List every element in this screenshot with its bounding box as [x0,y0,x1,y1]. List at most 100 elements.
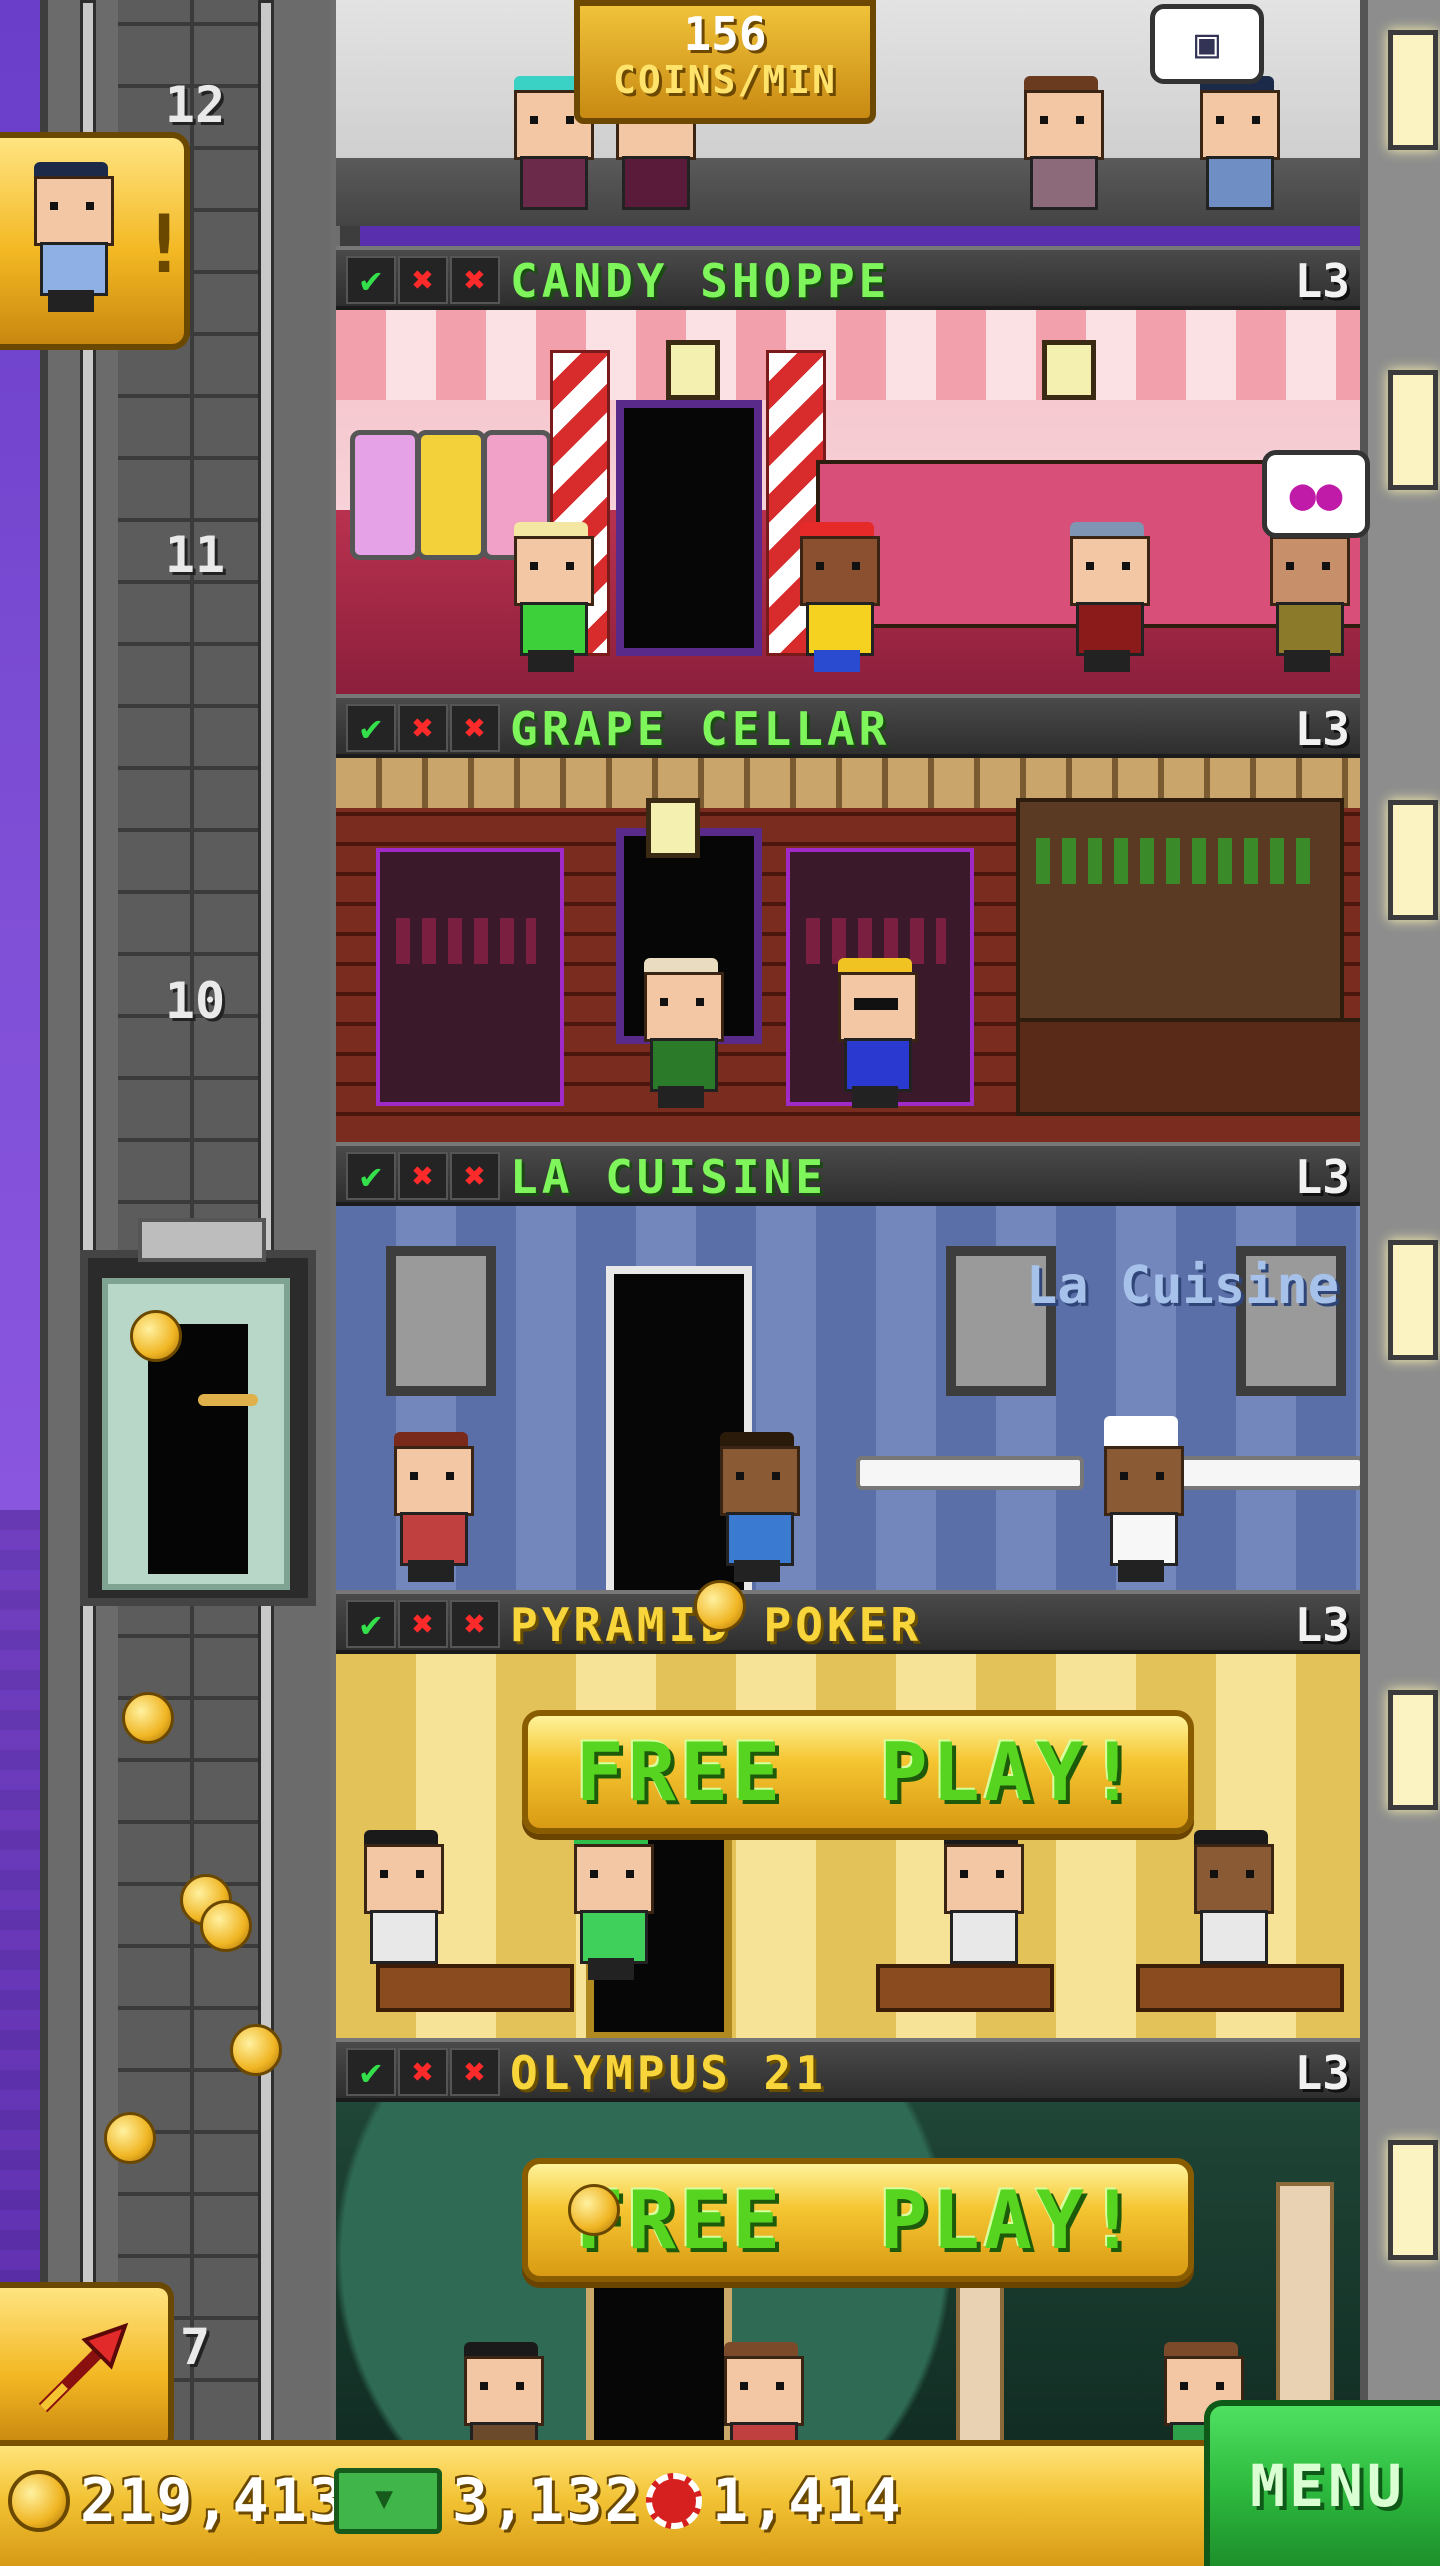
dining-table [856,1456,1084,1490]
customer-green-cap [566,1830,656,1980]
wall-lamp [1388,800,1438,920]
tower-right-wall [1360,0,1440,2440]
rocket-build-button[interactable] [0,2282,174,2452]
tower-bux-icon [334,2468,442,2534]
wall-painting [386,1246,496,1396]
coin-icon[interactable] [104,2112,156,2164]
coins-value: 219,413 [80,2466,347,2536]
vip-alert-button[interactable]: ! [0,132,190,350]
customer-bearded [712,1432,802,1582]
coin-icon[interactable] [130,1310,182,1362]
wall-lamp [1388,370,1438,490]
customer-sunglasses [830,958,920,1108]
floor-header: ✔ ✖ ✖ GRAPE CELLAR L3 [336,694,1360,758]
stock-status: ✔ ✖ ✖ [346,2048,500,2096]
floor-header: ✔ ✖ ✖ OLYMPUS 21 L3 [336,2038,1360,2102]
free-play-button[interactable]: FREE PLAY! [522,2158,1194,2282]
stock-status: ✔ ✖ ✖ [346,1600,500,1648]
floor-room [336,758,1360,1142]
alert-icon: ! [140,198,189,291]
chef [1096,1416,1186,1582]
chips-display[interactable]: 1,414 [646,2466,903,2536]
coin-icon[interactable] [122,1692,174,1744]
cross-icon: ✖ [450,1600,500,1648]
candy-jar [416,430,486,560]
dealer [1186,1830,1276,1980]
wall-lamp [1388,1240,1438,1360]
elevator-handle [198,1394,258,1406]
room-doorway [616,400,762,656]
cross-icon: ✖ [398,704,448,752]
cross-icon: ✖ [398,2048,448,2096]
card-player [936,1830,1026,1980]
checkmark-icon: ✔ [346,256,396,304]
wine-alcove [376,848,564,1106]
floor-number-10: 10 [164,972,226,1030]
floor-name: CANDY SHOPPE [510,254,891,308]
checkmark-icon: ✔ [346,1600,396,1648]
free-play-label-right: PLAY! [879,2173,1141,2267]
wine-bottles [1036,838,1316,884]
coin-icon [8,2470,70,2532]
floor-name: LA CUISINE [510,1150,827,1204]
floor-room: La Cuisine [336,1206,1360,1590]
bux-display[interactable]: 3,132 [334,2466,643,2536]
coin-icon[interactable] [694,1580,746,1632]
coins-display[interactable]: 219,413 [8,2466,347,2536]
floor-header: ✔ ✖ ✖ CANDY SHOPPE L3 [336,246,1360,310]
person-office [1016,76,1106,226]
cross-icon: ✖ [450,704,500,752]
coin-icon[interactable] [568,2184,620,2236]
card-player [356,1830,446,1980]
hanging-lamp [646,798,700,858]
floor-level: L3 [1294,2046,1350,2100]
cross-icon: ✖ [450,256,500,304]
floor-name: GRAPE CELLAR [510,702,891,756]
checkmark-icon: ✔ [346,1152,396,1200]
cross-icon: ✖ [398,1152,448,1200]
coin-icon[interactable] [230,2024,282,2076]
shopkeeper [1262,522,1352,672]
floor-level: L3 [1294,702,1350,756]
person-security-guard [1192,76,1282,226]
restaurant-sign: La Cuisine [1026,1256,1340,1316]
cross-icon: ✖ [450,2048,500,2096]
floor-header: ✔ ✖ ✖ LA CUISINE L3 [336,1142,1360,1206]
floor-level: L3 [1294,1150,1350,1204]
floor-room [336,310,1360,694]
customer [506,522,596,672]
elevator-car[interactable] [80,1218,316,1606]
cross-icon: ✖ [398,256,448,304]
free-play-label-left: FREE [575,1725,785,1819]
free-play-label-right: PLAY! [879,1725,1141,1819]
free-play-button[interactable]: FREE PLAY! [522,1710,1194,1834]
cross-icon: ✖ [398,1600,448,1648]
shaft-rail-left [80,0,96,2446]
wall-lamp [1388,2140,1438,2260]
casino-chip-icon [646,2473,702,2529]
stock-status: ✔ ✖ ✖ [346,1152,500,1200]
wall-lamp [1388,1690,1438,1810]
stock-status: ✔ ✖ ✖ [346,256,500,304]
bar-counter [1016,1018,1360,1116]
coin-icon[interactable] [200,1900,252,1952]
hanging-lamp [666,340,720,400]
menu-button[interactable]: MENU [1204,2400,1440,2566]
floor-number-11: 11 [164,526,226,584]
coins-per-minute-badge: 156 COINS/MIN [574,0,876,124]
clown-customer [792,522,882,672]
dining-table [1156,1456,1360,1490]
speech-bubble-icon[interactable]: ▣ [1150,4,1264,84]
cross-icon: ✖ [450,1152,500,1200]
wall-lamp [1388,30,1438,150]
floor-name: OLYMPUS 21 [510,2046,827,2100]
checkmark-icon: ✔ [346,2048,396,2096]
wine-bottles [396,918,536,964]
wine-rack [1016,798,1344,1026]
candy-jar [350,430,420,560]
checkmark-icon: ✔ [346,704,396,752]
floor-number-12: 12 [164,76,226,134]
bux-value: 3,132 [452,2466,643,2536]
elevator-door [148,1324,248,1574]
candy-speech-bubble-icon[interactable]: ●● [1262,450,1370,538]
